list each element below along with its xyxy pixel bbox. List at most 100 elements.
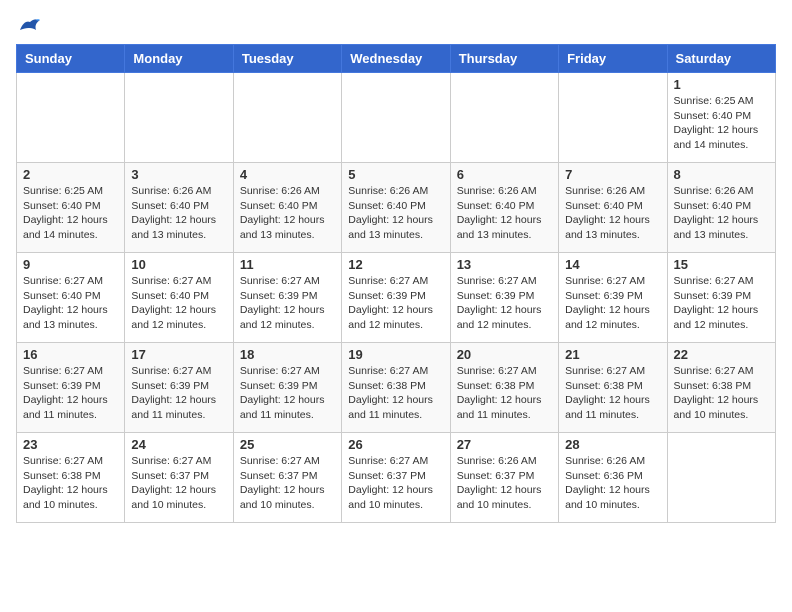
day-number: 16 bbox=[23, 347, 118, 362]
calendar-cell bbox=[667, 433, 775, 523]
day-number: 9 bbox=[23, 257, 118, 272]
day-of-week-header: Saturday bbox=[667, 45, 775, 73]
day-number: 6 bbox=[457, 167, 552, 182]
day-info: Sunrise: 6:26 AM Sunset: 6:40 PM Dayligh… bbox=[565, 184, 660, 243]
day-info: Sunrise: 6:27 AM Sunset: 6:39 PM Dayligh… bbox=[23, 364, 118, 423]
day-number: 20 bbox=[457, 347, 552, 362]
day-info: Sunrise: 6:27 AM Sunset: 6:39 PM Dayligh… bbox=[565, 274, 660, 333]
day-number: 13 bbox=[457, 257, 552, 272]
day-of-week-header: Monday bbox=[125, 45, 233, 73]
calendar-cell: 28 Sunrise: 6:26 AM Sunset: 6:36 PM Dayli… bbox=[559, 433, 667, 523]
day-info: Sunrise: 6:27 AM Sunset: 6:39 PM Dayligh… bbox=[240, 274, 335, 333]
day-info: Sunrise: 6:25 AM Sunset: 6:40 PM Dayligh… bbox=[23, 184, 118, 243]
calendar-cell: 23 Sunrise: 6:27 AM Sunset: 6:38 PM Dayli… bbox=[17, 433, 125, 523]
calendar-cell bbox=[559, 73, 667, 163]
day-info: Sunrise: 6:27 AM Sunset: 6:39 PM Dayligh… bbox=[674, 274, 769, 333]
day-number: 23 bbox=[23, 437, 118, 452]
day-info: Sunrise: 6:27 AM Sunset: 6:40 PM Dayligh… bbox=[23, 274, 118, 333]
day-of-week-header: Wednesday bbox=[342, 45, 450, 73]
day-number: 2 bbox=[23, 167, 118, 182]
calendar-cell: 5Sunrise: 6:26 AM Sunset: 6:40 PM Daylig… bbox=[342, 163, 450, 253]
calendar-table: SundayMondayTuesdayWednesdayThursdayFrid… bbox=[16, 44, 776, 523]
calendar-week-row: 23 Sunrise: 6:27 AM Sunset: 6:38 PM Dayli… bbox=[17, 433, 776, 523]
calendar-cell: 18 Sunrise: 6:27 AM Sunset: 6:39 PM Dayli… bbox=[233, 343, 341, 433]
calendar-cell: 21 Sunrise: 6:27 AM Sunset: 6:38 PM Dayli… bbox=[559, 343, 667, 433]
day-of-week-header: Thursday bbox=[450, 45, 558, 73]
day-info: Sunrise: 6:27 AM Sunset: 6:37 PM Dayligh… bbox=[348, 454, 443, 513]
day-number: 1 bbox=[674, 77, 769, 92]
calendar-cell: 7Sunrise: 6:26 AM Sunset: 6:40 PM Daylig… bbox=[559, 163, 667, 253]
day-info: Sunrise: 6:27 AM Sunset: 6:39 PM Dayligh… bbox=[348, 274, 443, 333]
calendar-cell: 15 Sunrise: 6:27 AM Sunset: 6:39 PM Dayli… bbox=[667, 253, 775, 343]
day-info: Sunrise: 6:27 AM Sunset: 6:38 PM Dayligh… bbox=[348, 364, 443, 423]
calendar-cell: 6 Sunrise: 6:26 AM Sunset: 6:40 PM Daylig… bbox=[450, 163, 558, 253]
day-info: Sunrise: 6:26 AM Sunset: 6:36 PM Dayligh… bbox=[565, 454, 660, 513]
day-info: Sunrise: 6:26 AM Sunset: 6:40 PM Dayligh… bbox=[240, 184, 335, 243]
day-of-week-header: Sunday bbox=[17, 45, 125, 73]
day-number: 12 bbox=[348, 257, 443, 272]
page-header bbox=[16, 16, 776, 34]
day-info: Sunrise: 6:26 AM Sunset: 6:40 PM Dayligh… bbox=[457, 184, 552, 243]
day-info: Sunrise: 6:27 AM Sunset: 6:38 PM Dayligh… bbox=[457, 364, 552, 423]
calendar-cell: 14Sunrise: 6:27 AM Sunset: 6:39 PM Dayli… bbox=[559, 253, 667, 343]
day-number: 8 bbox=[674, 167, 769, 182]
day-number: 15 bbox=[674, 257, 769, 272]
day-number: 19 bbox=[348, 347, 443, 362]
day-info: Sunrise: 6:27 AM Sunset: 6:38 PM Dayligh… bbox=[565, 364, 660, 423]
day-number: 26 bbox=[348, 437, 443, 452]
day-info: Sunrise: 6:25 AM Sunset: 6:40 PM Dayligh… bbox=[674, 94, 769, 153]
day-number: 11 bbox=[240, 257, 335, 272]
calendar-cell: 12 Sunrise: 6:27 AM Sunset: 6:39 PM Dayli… bbox=[342, 253, 450, 343]
day-info: Sunrise: 6:27 AM Sunset: 6:39 PM Dayligh… bbox=[240, 364, 335, 423]
day-number: 27 bbox=[457, 437, 552, 452]
calendar-cell: 8 Sunrise: 6:26 AM Sunset: 6:40 PM Daylig… bbox=[667, 163, 775, 253]
calendar-cell: 13 Sunrise: 6:27 AM Sunset: 6:39 PM Dayli… bbox=[450, 253, 558, 343]
calendar-cell: 24Sunrise: 6:27 AM Sunset: 6:37 PM Dayli… bbox=[125, 433, 233, 523]
day-of-week-header: Friday bbox=[559, 45, 667, 73]
calendar-cell bbox=[233, 73, 341, 163]
day-number: 17 bbox=[131, 347, 226, 362]
day-info: Sunrise: 6:27 AM Sunset: 6:39 PM Dayligh… bbox=[457, 274, 552, 333]
day-info: Sunrise: 6:27 AM Sunset: 6:37 PM Dayligh… bbox=[131, 454, 226, 513]
calendar-cell bbox=[342, 73, 450, 163]
day-info: Sunrise: 6:27 AM Sunset: 6:38 PM Dayligh… bbox=[23, 454, 118, 513]
calendar-cell: 16 Sunrise: 6:27 AM Sunset: 6:39 PM Dayli… bbox=[17, 343, 125, 433]
day-info: Sunrise: 6:27 AM Sunset: 6:40 PM Dayligh… bbox=[131, 274, 226, 333]
calendar-header-row: SundayMondayTuesdayWednesdayThursdayFrid… bbox=[17, 45, 776, 73]
calendar-cell: 20 Sunrise: 6:27 AM Sunset: 6:38 PM Dayli… bbox=[450, 343, 558, 433]
calendar-cell: 22 Sunrise: 6:27 AM Sunset: 6:38 PM Dayli… bbox=[667, 343, 775, 433]
calendar-week-row: 1 Sunrise: 6:25 AM Sunset: 6:40 PM Daylig… bbox=[17, 73, 776, 163]
day-number: 4 bbox=[240, 167, 335, 182]
calendar-cell: 17Sunrise: 6:27 AM Sunset: 6:39 PM Dayli… bbox=[125, 343, 233, 433]
calendar-cell: 19 Sunrise: 6:27 AM Sunset: 6:38 PM Dayli… bbox=[342, 343, 450, 433]
calendar-cell: 11 Sunrise: 6:27 AM Sunset: 6:39 PM Dayli… bbox=[233, 253, 341, 343]
day-info: Sunrise: 6:26 AM Sunset: 6:40 PM Dayligh… bbox=[348, 184, 443, 243]
day-number: 25 bbox=[240, 437, 335, 452]
day-number: 10 bbox=[131, 257, 226, 272]
calendar-cell bbox=[450, 73, 558, 163]
day-number: 21 bbox=[565, 347, 660, 362]
day-info: Sunrise: 6:27 AM Sunset: 6:37 PM Dayligh… bbox=[240, 454, 335, 513]
calendar-cell: 2 Sunrise: 6:25 AM Sunset: 6:40 PM Daylig… bbox=[17, 163, 125, 253]
calendar-cell: 10 Sunrise: 6:27 AM Sunset: 6:40 PM Dayli… bbox=[125, 253, 233, 343]
day-info: Sunrise: 6:26 AM Sunset: 6:37 PM Dayligh… bbox=[457, 454, 552, 513]
day-info: Sunrise: 6:26 AM Sunset: 6:40 PM Dayligh… bbox=[131, 184, 226, 243]
day-info: Sunrise: 6:27 AM Sunset: 6:38 PM Dayligh… bbox=[674, 364, 769, 423]
calendar-week-row: 2 Sunrise: 6:25 AM Sunset: 6:40 PM Daylig… bbox=[17, 163, 776, 253]
calendar-cell: 4 Sunrise: 6:26 AM Sunset: 6:40 PM Daylig… bbox=[233, 163, 341, 253]
calendar-cell: 27 Sunrise: 6:26 AM Sunset: 6:37 PM Dayli… bbox=[450, 433, 558, 523]
logo bbox=[16, 16, 40, 34]
logo-bird-icon bbox=[18, 16, 40, 34]
day-number: 18 bbox=[240, 347, 335, 362]
day-number: 28 bbox=[565, 437, 660, 452]
calendar-week-row: 16 Sunrise: 6:27 AM Sunset: 6:39 PM Dayli… bbox=[17, 343, 776, 433]
calendar-cell: 9 Sunrise: 6:27 AM Sunset: 6:40 PM Daylig… bbox=[17, 253, 125, 343]
day-number: 22 bbox=[674, 347, 769, 362]
calendar-cell: 26 Sunrise: 6:27 AM Sunset: 6:37 PM Dayli… bbox=[342, 433, 450, 523]
calendar-cell bbox=[125, 73, 233, 163]
calendar-cell: 25 Sunrise: 6:27 AM Sunset: 6:37 PM Dayli… bbox=[233, 433, 341, 523]
calendar-week-row: 9 Sunrise: 6:27 AM Sunset: 6:40 PM Daylig… bbox=[17, 253, 776, 343]
day-number: 3 bbox=[131, 167, 226, 182]
day-info: Sunrise: 6:26 AM Sunset: 6:40 PM Dayligh… bbox=[674, 184, 769, 243]
day-of-week-header: Tuesday bbox=[233, 45, 341, 73]
